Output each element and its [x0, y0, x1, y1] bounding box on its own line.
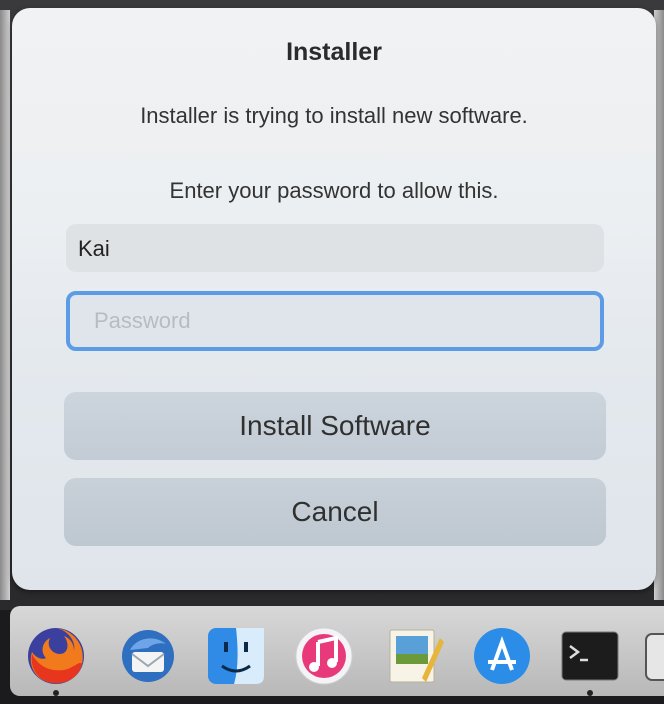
app-store-icon[interactable]: [470, 624, 534, 688]
thunderbird-icon[interactable]: [116, 624, 180, 688]
window-edge-left: [0, 10, 10, 600]
password-placeholder: Password: [94, 308, 191, 333]
terminal-icon[interactable]: [558, 624, 622, 696]
username-value: Kai: [78, 236, 110, 261]
preview-icon[interactable]: [382, 624, 446, 688]
running-indicator: [587, 690, 593, 696]
dock: [10, 606, 664, 696]
itunes-icon[interactable]: [292, 624, 356, 688]
running-indicator: [53, 690, 59, 696]
installer-auth-dialog: Installer Installer is trying to install…: [12, 8, 656, 590]
finder-icon[interactable]: [204, 624, 268, 688]
firefox-icon[interactable]: [24, 624, 88, 696]
dialog-title: Installer: [286, 38, 382, 66]
username-field[interactable]: Kai: [66, 224, 604, 272]
dialog-message: Installer is trying to install new softw…: [140, 103, 528, 128]
dialog-info-text: Enter your password to allow this.: [169, 178, 499, 203]
partial-dock-icon[interactable]: [640, 624, 664, 688]
cancel-button[interactable]: Cancel: [64, 478, 606, 546]
install-software-button[interactable]: Install Software: [64, 392, 606, 460]
password-field[interactable]: Password: [66, 291, 604, 351]
